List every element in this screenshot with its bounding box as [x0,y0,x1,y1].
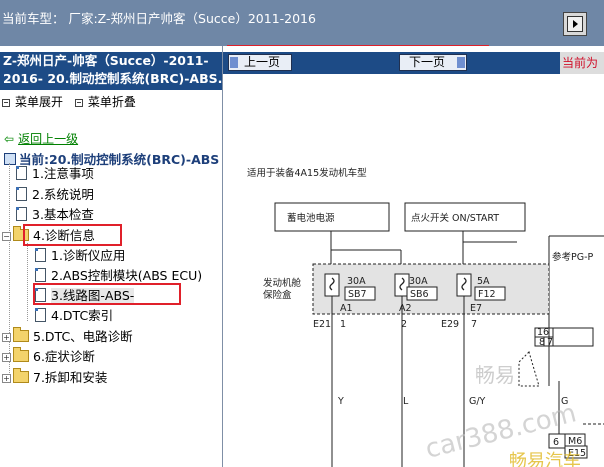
highlight-box-wiring [33,283,181,305]
ignition-label: 点火开关 ON/START [411,212,499,224]
expand-icon [2,98,10,107]
document-icon [16,166,27,180]
tree-item-label: 4.DTC索引 [51,308,114,323]
current-model-title: 当前车型： 厂家:Z-郑州日产帅客（Succe）2011-2016 [2,11,316,26]
back-link[interactable]: ⇦ 返回上一级 [4,130,78,147]
tree-item-6[interactable]: +6.症状诊断 [2,347,95,365]
fuse-1-amp: 30A [347,276,366,287]
folder-icon [13,347,29,362]
tree-guide-line [27,243,28,321]
highlight-box-diagnosis [23,224,122,246]
expand-toggle-icon[interactable]: + [2,333,11,342]
tree-item-label: 2.系统说明 [32,187,94,202]
tree-item-label: 6.症状诊断 [33,349,95,364]
fuse-1-code: SB7 [348,289,367,300]
sidebar-header-line1: Z-郑州日产-帅客（Succe）-2011- [3,53,209,68]
top-bar: 当前车型： 厂家:Z-郑州日产帅客（Succe）2011-2016 [0,0,604,46]
tree-item-label: 1.诊断仪应用 [51,248,126,263]
tree-item-label: 7.拆卸和安装 [33,370,108,385]
wire-gy: G/Y [469,396,486,407]
computer-icon [4,153,16,165]
conn-pin-6: 6 [553,437,559,448]
conn-pin-8: 8 [539,337,545,348]
conn-pin-7: 7 [547,337,553,348]
tree-item-label: 5.DTC、电路诊断 [33,329,133,344]
window-nav-icon [567,16,583,32]
ref-label: 参考PG-P [552,251,594,263]
watermark-1: 畅易 [475,363,515,387]
menu-expand-label: 菜单展开 [15,95,64,109]
tree-item-5[interactable]: +5.DTC、电路诊断 [2,327,133,345]
sidebar: Z-郑州日产-帅客（Succe）-2011- 2016- 20.制动控制系统(B… [0,46,223,467]
expand-toggle-icon[interactable]: + [2,374,11,383]
tree-item-1[interactable]: 1.注意事项 [16,166,94,182]
document-icon [35,248,46,262]
pin-e7: E7 [470,303,482,314]
battery-label: 蓄电池电源 [287,212,335,224]
connector-e29: E29 [441,319,459,330]
menu-expand-button[interactable]: 菜单展开 [2,93,63,110]
back-arrow-icon: ⇦ [4,132,15,146]
document-icon [35,268,46,282]
fuse-3-code: F12 [478,289,496,300]
folder-icon [13,327,29,342]
fusebox-label-2: 保险盒 [263,289,292,301]
m6-label: M6 [568,436,582,447]
tree-item-label: 2.ABS控制模块(ABS ECU) [51,268,203,283]
window-nav-button[interactable] [563,12,587,36]
pin-a2: A2 [399,303,412,314]
wiring-diagram: 适用于装备4A15发动机车型 蓄电池电源 点火开关 ON/START 参考PG-… [247,167,604,467]
menu-toggles: 菜单展开 菜单折叠 [2,93,144,110]
pin-2: 2 [401,319,407,330]
tree-item-2[interactable]: 2.系统说明 [16,187,94,203]
sidebar-header-line2: 2016- 20.制动控制系统(BRC)-ABS. [3,71,222,86]
wire-l: L [403,396,409,407]
fusebox-label-1: 发动机舱 [263,277,302,289]
tree-item-7[interactable]: +7.拆卸和安装 [2,368,108,386]
document-icon [16,207,27,221]
svg-text:1: 1 [340,319,346,330]
applies-to-text: 适用于装备4A15发动机车型 [247,167,367,179]
current-node-label: 当前:20.制动控制系统(BRC)-ABS [19,152,220,167]
collapse-toggle-icon[interactable]: − [2,232,11,241]
wire-y: Y [337,396,344,407]
tree-item-4-1[interactable]: 1.诊断仪应用 [35,248,125,264]
fuse-3-amp: 5A [477,276,490,287]
fuse-2-code: SB6 [410,289,429,300]
tree-item-4-4[interactable]: 4.DTC索引 [35,308,113,324]
menu-collapse-label: 菜单折叠 [87,95,136,109]
main-content: 上一页 下一页 当前为 适用于装备4A15发动机车型 蓄电池电源 点火开关 ON… [223,46,604,467]
tree-item-label: 3.基本检查 [32,207,94,222]
folder-icon [13,368,29,383]
back-label: 返回上一级 [18,132,79,146]
pin-a1: A1 [340,303,353,314]
expand-toggle-icon[interactable]: + [2,353,11,362]
tree-item-4-2[interactable]: 2.ABS控制模块(ABS ECU) [35,268,202,284]
document-icon [16,187,27,201]
collapse-icon [74,98,83,107]
tree-item-label: 1.注意事项 [32,166,94,181]
connector-e21: E21 [313,319,331,330]
document-icon [35,308,46,322]
svg-text:7: 7 [471,319,477,330]
sidebar-header: Z-郑州日产-帅客（Succe）-2011- 2016- 20.制动控制系统(B… [0,52,222,90]
fuse-2-amp: 30A [409,276,428,287]
watermark-3: 畅易汽车 [509,451,581,467]
menu-collapse-button[interactable]: 菜单折叠 [74,93,136,110]
tree-item-3[interactable]: 3.基本检查 [16,207,94,223]
